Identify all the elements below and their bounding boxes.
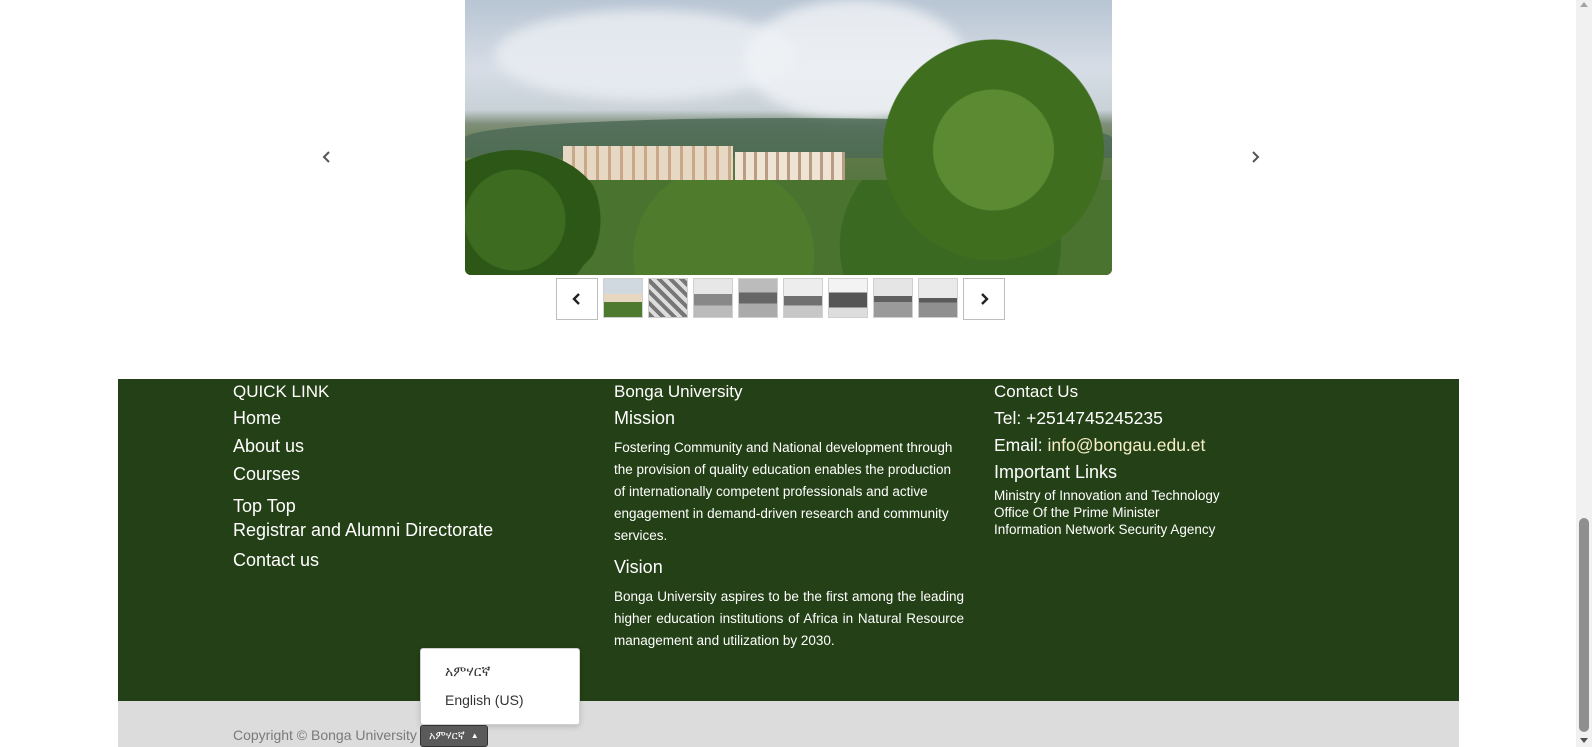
contact-title: Contact Us [994,382,1079,401]
footer-link-registrar[interactable]: Registrar and Alumni Directorate [233,520,583,541]
thumbnail-prev-button[interactable] [556,278,598,320]
scroll-down-arrow-icon[interactable] [1580,738,1588,743]
language-selected-label: አምሃርኛ [429,730,465,742]
email-link[interactable]: info@bongau.edu.et [1047,435,1205,455]
footer-link-contact[interactable]: Contact us [233,550,583,571]
vision-text: Bonga University aspires to be the first… [614,589,964,648]
link-prime-minister-office[interactable]: Office Of the Prime Minister [994,504,1294,521]
language-dropdown-menu: አምሃርኛ English (US) [420,648,580,725]
scrollbar-thumb[interactable] [1579,518,1589,732]
thumbnail[interactable] [918,278,958,318]
quick-links-column: QUICK LINK Home About us Courses Top Top… [233,379,583,571]
link-ministry-innovation[interactable]: Ministry of Innovation and Technology [994,487,1294,504]
copyright-text: Copyright © Bonga University [233,727,417,743]
carousel-main-image [465,0,1112,275]
footer-link-top[interactable]: Top Top [233,496,583,517]
contact-column: Contact Us Tel: +2514745245235 Email: in… [994,379,1294,538]
carousel-next-button[interactable] [1246,150,1264,168]
quick-links-title: QUICK LINK [233,382,330,401]
thumbnail[interactable] [693,278,733,318]
important-links-title: Important Links [994,462,1118,482]
vision-title: Vision [614,557,663,577]
scroll-up-arrow-icon[interactable] [1580,2,1588,7]
caret-up-icon: ▲ [470,731,479,740]
footer-link-courses[interactable]: Courses [233,464,583,485]
chevron-left-icon [322,151,330,163]
language-switcher-button[interactable]: አምሃርኛ ▲ [420,725,488,747]
mission-text: Fostering Community and National develop… [614,440,953,543]
page: QUICK LINK Home About us Courses Top Top… [0,0,1576,747]
language-option-amharic[interactable]: አምሃርኛ [445,663,490,680]
thumbnail[interactable] [828,278,868,318]
chevron-right-icon [981,293,989,305]
footer: QUICK LINK Home About us Courses Top Top… [118,379,1459,701]
copyright-bar: Copyright © Bonga University [118,701,1459,747]
phone-number: Tel: +2514745245235 [994,408,1163,428]
carousel-prev-button[interactable] [318,150,336,168]
mission-title: Mission [614,408,676,428]
chevron-left-icon [572,293,580,305]
chevron-right-icon [1252,151,1260,163]
link-insa[interactable]: Information Network Security Agency [994,521,1294,538]
university-name: Bonga University [614,382,743,401]
footer-link-home[interactable]: Home [233,408,583,429]
palm-tree [845,20,1112,275]
language-option-english[interactable]: English (US) [445,692,524,708]
thumbnail-next-button[interactable] [963,278,1005,320]
footer-link-about[interactable]: About us [233,436,583,457]
thumbnail[interactable] [738,278,778,318]
thumbnail[interactable] [873,278,913,318]
thumbnail[interactable] [783,278,823,318]
thumbnail[interactable] [648,278,688,318]
email-line: Email: info@bongau.edu.et [994,435,1294,456]
email-label: Email: [994,435,1048,455]
thumbnail[interactable] [603,278,643,318]
vertical-scrollbar[interactable] [1576,0,1592,747]
university-column: Bonga University Mission Fostering Commu… [614,379,964,658]
thumbnail-strip [556,278,1005,320]
